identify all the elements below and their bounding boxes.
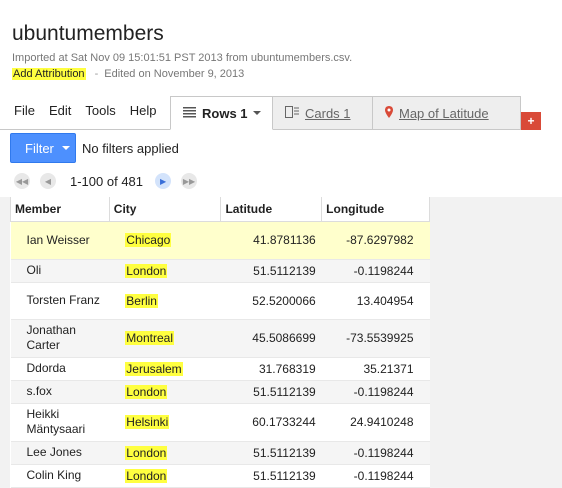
rows-icon	[183, 106, 196, 121]
page-range: 1-100 of 481	[70, 173, 144, 189]
cell-city: London	[109, 464, 221, 488]
cell-member: Oli	[10, 259, 110, 283]
add-attribution-link[interactable]: Add Attribution	[12, 68, 86, 80]
city-value: Berlin	[125, 293, 158, 308]
cell-longitude: -0.1198244	[321, 259, 430, 283]
city-value: London	[125, 263, 168, 278]
city-value: London	[125, 445, 168, 460]
menu-tools[interactable]: Tools	[85, 103, 115, 119]
cell-longitude: -0.1198244	[321, 380, 430, 404]
table-row[interactable]: Ian Weisser Chicago 41.8781136 -87.62979…	[10, 221, 430, 260]
edited-info: Edited on November 9, 2013	[104, 68, 245, 80]
table-row[interactable]: s.fox London 51.5112139 -0.1198244	[10, 380, 430, 404]
table-row[interactable]: Jonathan Carter Montreal 45.5086699 -73.…	[10, 319, 430, 358]
cell-city: Chicago	[109, 221, 221, 260]
cell-city: Montreal	[109, 319, 221, 358]
pager: ◀◀ ◀ 1-100 of 481 ▶ ▶▶	[14, 172, 207, 190]
tab-cards[interactable]: Cards 1	[273, 96, 373, 130]
table-row[interactable]: Ddorda Jerusalem 31.768319 35.21371	[10, 357, 430, 381]
import-info: Imported at Sat Nov 09 15:01:51 PST 2013…	[12, 52, 353, 64]
tab-cards-label: Cards 1	[305, 105, 351, 121]
menu-file[interactable]: File	[14, 103, 35, 119]
chevron-down-icon	[61, 146, 70, 150]
city-value: Helsinki	[125, 415, 170, 429]
map-pin-icon	[385, 105, 393, 121]
add-tab-button[interactable]: +	[521, 112, 541, 130]
cell-member: Ian Weisser	[10, 221, 110, 260]
table-row[interactable]: Heikki Mäntysaari Helsinki 60.1733244 24…	[10, 403, 430, 442]
tab-rows[interactable]: Rows 1	[170, 96, 273, 130]
city-value: Jerusalem	[125, 361, 183, 376]
cell-longitude: 35.21371	[321, 357, 430, 381]
cell-member: Ddorda	[10, 357, 110, 381]
last-page-icon[interactable]: ▶▶	[181, 173, 198, 189]
cell-latitude: 51.5112139	[220, 441, 322, 465]
table-row[interactable]: Oli London 51.5112139 -0.1198244	[10, 259, 430, 283]
cell-latitude: 31.768319	[220, 357, 322, 381]
cell-longitude: -0.1198244	[321, 464, 430, 488]
table-row[interactable]: Colin King London 51.5112139 -0.1198244	[10, 464, 430, 488]
cell-city: London	[109, 441, 221, 465]
cell-city: London	[109, 259, 221, 283]
cell-longitude: -73.5539925	[321, 319, 430, 358]
table-row[interactable]: Lee Jones London 51.5112139 -0.1198244	[10, 441, 430, 465]
tab-map[interactable]: Map of Latitude	[373, 96, 521, 130]
data-grid: Member City Latitude Longitude Ian Weiss…	[0, 197, 562, 488]
city-value: London	[125, 468, 168, 483]
cell-longitude: 13.404954	[321, 282, 430, 320]
city-value: London	[125, 384, 168, 399]
chevron-down-icon[interactable]	[252, 111, 261, 115]
cell-longitude: -0.1198244	[321, 441, 430, 465]
column-header-city[interactable]: City	[108, 197, 222, 222]
tab-map-label: Map of Latitude	[399, 105, 489, 121]
column-header-latitude[interactable]: Latitude	[220, 197, 323, 222]
column-header-longitude[interactable]: Longitude	[321, 197, 430, 222]
cell-member: Torsten Franz	[10, 282, 110, 320]
cell-longitude: -87.6297982	[321, 221, 430, 260]
next-page-icon[interactable]: ▶	[155, 173, 172, 189]
cell-city: Jerusalem	[109, 357, 221, 381]
cell-latitude: 51.5112139	[220, 380, 322, 404]
cell-member: Jonathan Carter	[10, 319, 110, 358]
page-title: ubuntumembers	[12, 22, 164, 45]
prev-page-icon[interactable]: ◀	[40, 173, 56, 189]
cell-latitude: 41.8781136	[220, 221, 322, 260]
cell-city: Berlin	[109, 282, 221, 320]
cell-member: Colin King	[10, 464, 110, 488]
cell-latitude: 60.1733244	[220, 403, 322, 442]
cell-latitude: 52.5200066	[220, 282, 322, 320]
cell-member: Lee Jones	[10, 441, 110, 465]
filter-status: No filters applied	[82, 141, 179, 156]
first-page-icon[interactable]: ◀◀	[14, 173, 30, 189]
cards-icon	[285, 105, 299, 121]
header-row: Member City Latitude Longitude	[10, 197, 430, 222]
table-row[interactable]: Torsten Franz Berlin 52.5200066 13.40495…	[10, 282, 430, 320]
city-value: Chicago	[125, 233, 172, 247]
cell-longitude: 24.9410248	[321, 403, 430, 442]
column-header-member[interactable]: Member	[10, 197, 110, 222]
filter-button-label: Filter	[25, 140, 54, 156]
separator: -	[94, 68, 99, 80]
cell-city: Helsinki	[109, 403, 221, 442]
filter-button[interactable]: Filter	[10, 133, 76, 163]
attribution-line: Add Attribution - Edited on November 9, 20…	[12, 68, 244, 80]
menu-help[interactable]: Help	[130, 103, 157, 119]
data-table: Member City Latitude Longitude Ian Weiss…	[10, 197, 430, 488]
cell-member: s.fox	[10, 380, 110, 404]
cell-city: London	[109, 380, 221, 404]
cell-member: Heikki Mäntysaari	[10, 403, 110, 442]
menu-edit[interactable]: Edit	[49, 103, 71, 119]
cell-latitude: 51.5112139	[220, 259, 322, 283]
cell-latitude: 51.5112139	[220, 464, 322, 488]
menu-bar: File Edit Tools Help	[0, 103, 156, 119]
city-value: Montreal	[125, 331, 174, 345]
tab-rows-label: Rows 1	[202, 105, 248, 121]
cell-latitude: 45.5086699	[220, 319, 322, 358]
